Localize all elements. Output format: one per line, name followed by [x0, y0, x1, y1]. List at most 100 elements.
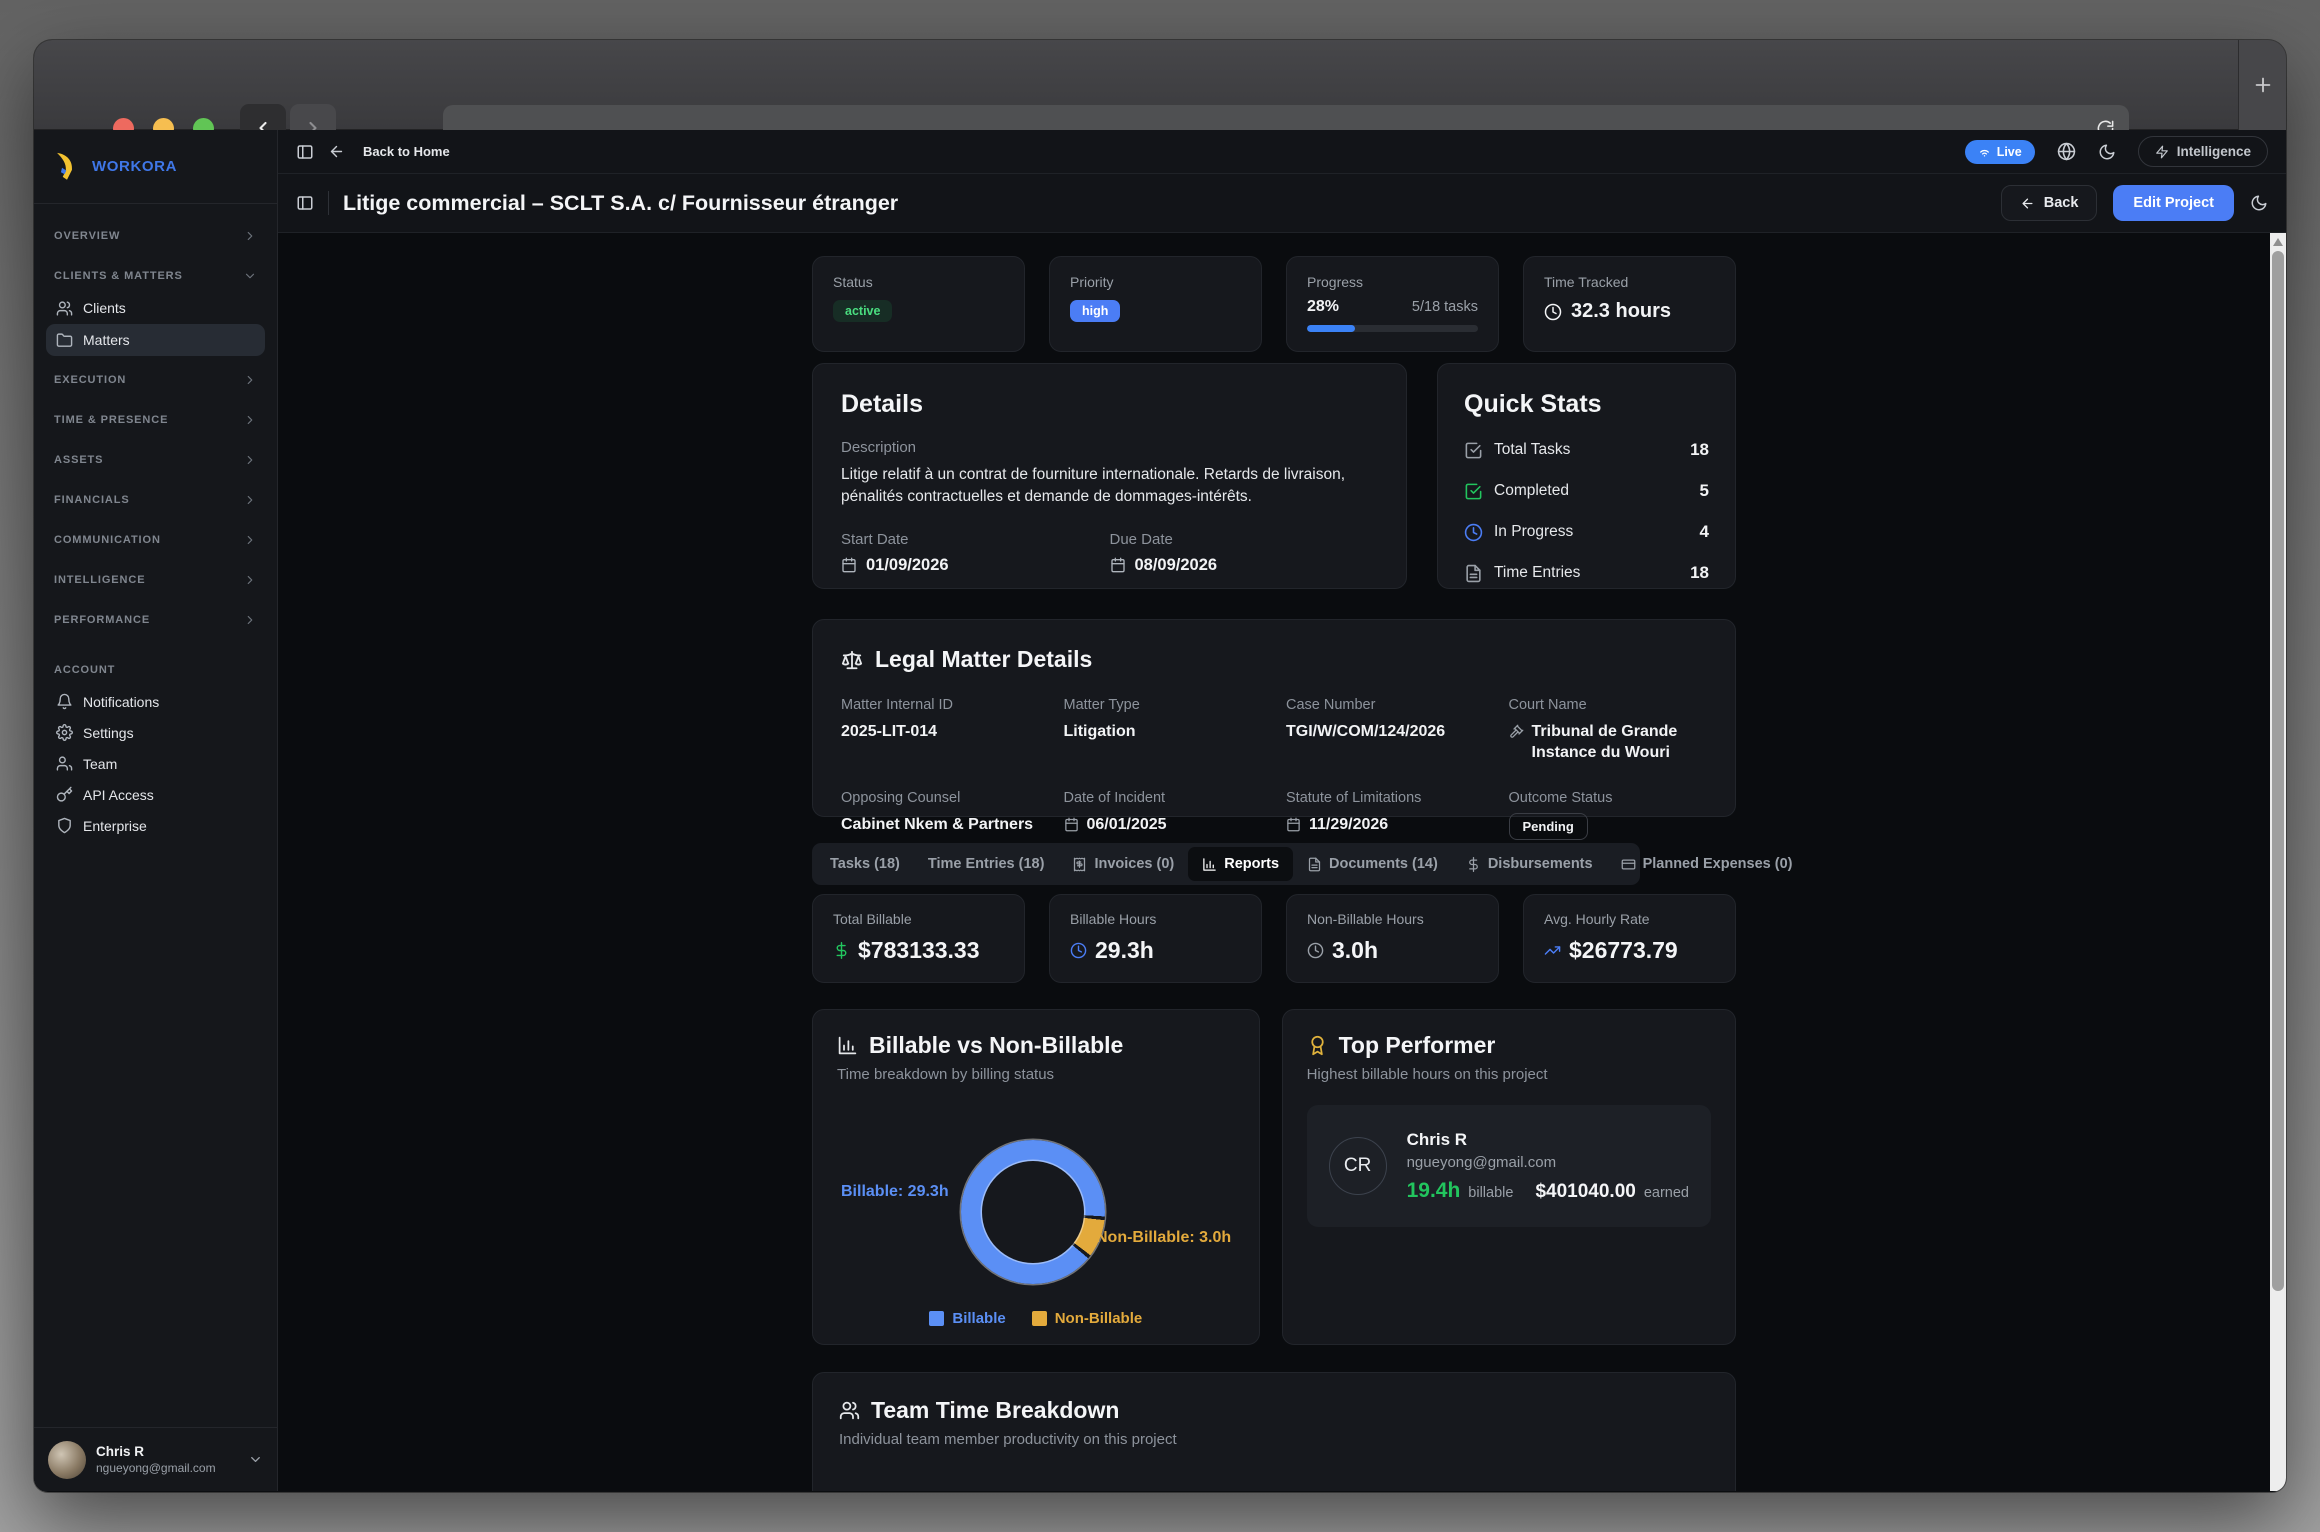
sidebar-group-clients-matters[interactable]: CLIENTS & MATTERS [46, 260, 265, 292]
back-to-home-link[interactable]: Back to Home [363, 144, 450, 159]
intelligence-button[interactable]: Intelligence [2138, 136, 2268, 167]
new-tab-button[interactable] [2238, 40, 2286, 130]
billable-chart-card: Billable vs Non-Billable Time breakdown … [812, 1009, 1260, 1345]
sidebar: WORKORA OVERVIEW CLIENTS & MATTERS Clien… [34, 130, 278, 1491]
workora-logo-icon [50, 150, 84, 184]
gear-icon [56, 724, 73, 741]
browser-chrome [34, 40, 2286, 130]
scrollbar[interactable] [2270, 233, 2286, 1491]
donut-label-non-billable: Non-Billable: 3.0h [1096, 1229, 1231, 1247]
users-icon [56, 755, 73, 772]
globe-icon[interactable] [2057, 142, 2076, 161]
dollar-icon [1466, 857, 1481, 872]
brand-logo[interactable]: WORKORA [34, 130, 277, 204]
time-tracked-value: 32.3 hours [1571, 300, 1671, 323]
legal-field: Date of Incident 06/01/2025 [1064, 790, 1263, 840]
legal-field: Matter Type Litigation [1064, 697, 1263, 764]
legend-label-billable: Billable [952, 1310, 1005, 1327]
folder-icon [56, 332, 73, 349]
calendar-icon [1064, 817, 1079, 832]
outcome-status-badge: Pending [1509, 813, 1588, 840]
sidebar-group-time-presence[interactable]: TIME & PRESENCE [46, 404, 265, 436]
tab-reports[interactable]: Reports [1188, 847, 1293, 881]
page-title: Litige commercial – SCLT S.A. c/ Fournis… [343, 191, 898, 216]
arrow-left-icon [2020, 196, 2035, 211]
key-icon [56, 786, 73, 803]
legal-field: Case Number TGI/W/COM/124/2026 [1286, 697, 1485, 764]
scrollbar-up-arrow[interactable] [2273, 238, 2283, 246]
quick-stats-card: Quick Stats Total Tasks 18 Completed 5 [1437, 363, 1736, 589]
legal-field: Court Name Tribunal de Grande Instance d… [1509, 697, 1708, 764]
top-performer-title: Top Performer [1339, 1032, 1496, 1059]
tab-time-entries[interactable]: Time Entries (18) [914, 847, 1059, 881]
sidebar-item-api-access[interactable]: API Access [46, 779, 265, 810]
total-billable-card: Total Billable $783133.33 [812, 894, 1025, 983]
panel-toggle-icon[interactable] [296, 143, 314, 161]
sidebar-group-communication[interactable]: COMMUNICATION [46, 524, 265, 556]
due-date-value: 08/09/2026 [1135, 556, 1218, 575]
tab-documents[interactable]: Documents (14) [1293, 847, 1452, 881]
scrollbar-thumb[interactable] [2272, 251, 2284, 1291]
arrow-left-icon[interactable] [328, 143, 345, 160]
clock-icon [1544, 303, 1562, 321]
clock-icon [1070, 942, 1087, 959]
file-text-icon [1464, 564, 1483, 583]
chevron-right-icon [243, 573, 257, 587]
panel-toggle-icon[interactable] [296, 194, 314, 212]
chevron-down-icon [243, 269, 257, 283]
legal-title: Legal Matter Details [875, 646, 1092, 673]
moon-icon[interactable] [2098, 143, 2116, 161]
browser-window: WORKORA OVERVIEW CLIENTS & MATTERS Clien… [34, 40, 2286, 1492]
gavel-icon [1509, 724, 1524, 739]
avatar [48, 1441, 86, 1479]
chart-subtitle: Time breakdown by billing status [837, 1066, 1235, 1083]
sidebar-item-notifications[interactable]: Notifications [46, 686, 265, 717]
sidebar-item-settings[interactable]: Settings [46, 717, 265, 748]
top-performer-card: Top Performer Highest billable hours on … [1282, 1009, 1736, 1345]
chevron-right-icon [243, 413, 257, 427]
sidebar-item-enterprise[interactable]: Enterprise [46, 810, 265, 841]
sidebar-group-performance[interactable]: PERFORMANCE [46, 604, 265, 636]
progress-percent: 28% [1307, 298, 1339, 316]
scales-icon [841, 649, 863, 671]
sidebar-group-financials[interactable]: FINANCIALS [46, 484, 265, 516]
tab-invoices[interactable]: Invoices (0) [1058, 847, 1188, 881]
page-content: Status active Priority high Progress 28%… [278, 233, 2270, 1491]
start-date-value: 01/09/2026 [866, 556, 949, 575]
status-badge: active [833, 300, 892, 322]
moon-icon[interactable] [2250, 194, 2268, 212]
live-badge[interactable]: Live [1965, 140, 2035, 164]
progress-card: Progress 28% 5/18 tasks [1286, 256, 1499, 352]
tab-planned-expenses[interactable]: Planned Expenses (0) [1607, 847, 1807, 881]
edit-project-button[interactable]: Edit Project [2113, 185, 2234, 221]
chevron-right-icon [243, 533, 257, 547]
sidebar-item-team[interactable]: Team [46, 748, 265, 779]
legal-field: Matter Internal ID 2025-LIT-014 [841, 697, 1040, 764]
receipt-icon [1072, 857, 1087, 872]
tab-disbursements[interactable]: Disbursements [1452, 847, 1607, 881]
sidebar-group-execution[interactable]: EXECUTION [46, 364, 265, 396]
chevron-right-icon [243, 229, 257, 243]
dollar-icon [833, 942, 850, 959]
wifi-icon [1978, 145, 1991, 158]
priority-badge: high [1070, 300, 1120, 322]
status-card: Status active [812, 256, 1025, 352]
sidebar-group-assets[interactable]: ASSETS [46, 444, 265, 476]
back-button[interactable]: Back [2001, 185, 2098, 221]
chevron-right-icon [243, 493, 257, 507]
chart-title: Billable vs Non-Billable [869, 1032, 1123, 1059]
sidebar-group-intelligence[interactable]: INTELLIGENCE [46, 564, 265, 596]
tab-tasks[interactable]: Tasks (18) [816, 847, 914, 881]
legal-field: Outcome Status Pending [1509, 790, 1708, 840]
user-profile[interactable]: Chris R ngueyong@gmail.com [34, 1427, 277, 1491]
matter-tabs: Tasks (18) Time Entries (18) Invoices (0… [812, 843, 1640, 885]
sidebar-group-overview[interactable]: OVERVIEW [46, 220, 265, 252]
bar-chart-icon [1202, 857, 1217, 872]
divider [328, 191, 329, 215]
sidebar-item-clients[interactable]: Clients [46, 292, 265, 324]
details-card: Details Description Litige relatif à un … [812, 363, 1407, 589]
calendar-icon [1286, 817, 1301, 832]
donut-label-billable: Billable: 29.3h [841, 1183, 949, 1201]
legend-swatch-non-billable [1032, 1311, 1047, 1326]
sidebar-item-matters[interactable]: Matters [46, 324, 265, 356]
